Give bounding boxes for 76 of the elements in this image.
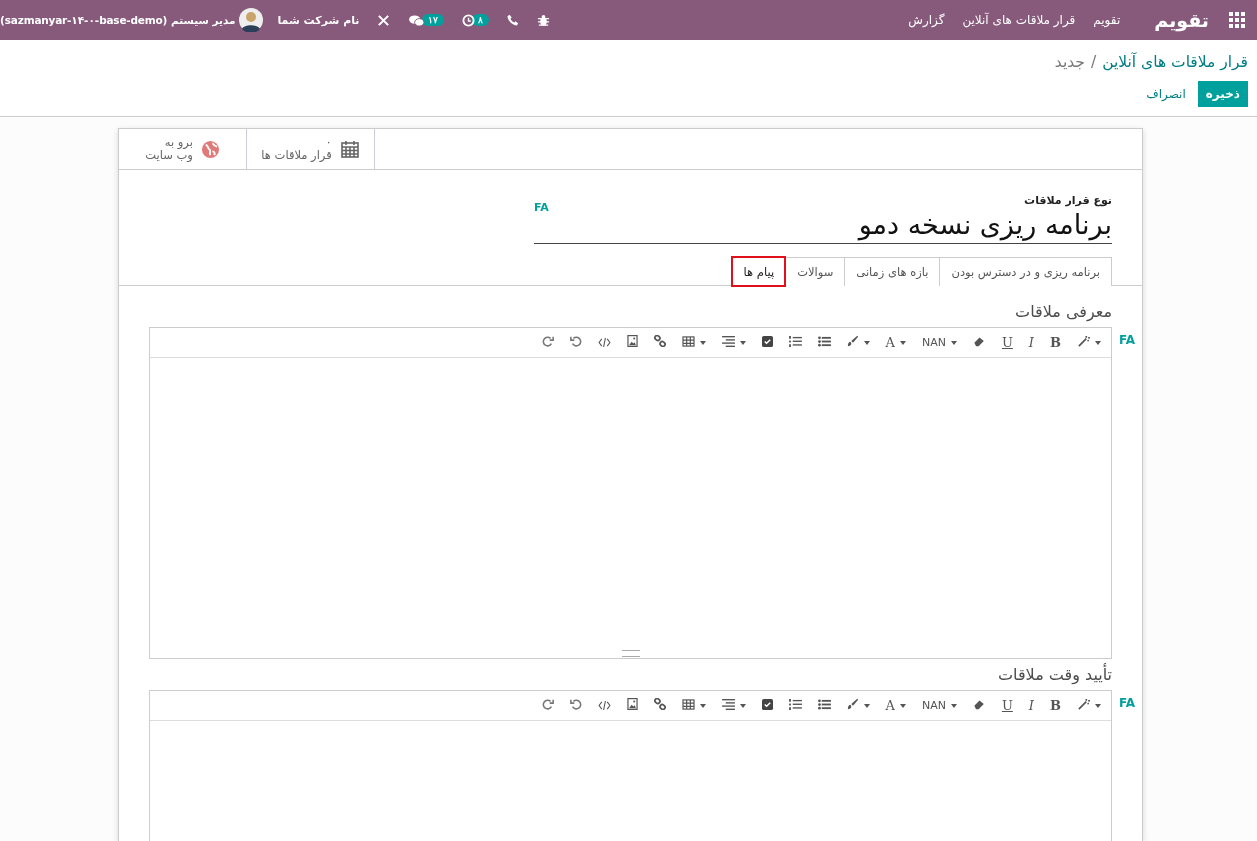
bug-icon-button[interactable] — [537, 13, 551, 27]
tab[interactable]: برنامه ریزی و در دسترس بودن — [939, 257, 1112, 286]
resize-handle[interactable] — [621, 650, 640, 657]
caret-icon — [950, 340, 957, 345]
format-button[interactable]: I — [1022, 694, 1040, 717]
caret-icon — [899, 340, 906, 345]
caret-icon — [1095, 340, 1101, 345]
tab[interactable]: پیام ها — [731, 257, 786, 286]
caret-icon — [699, 340, 706, 345]
image-icon — [626, 335, 638, 350]
caret-icon — [739, 340, 746, 345]
breadcrumb-current: جدید — [1054, 53, 1085, 71]
globe-icon — [200, 139, 220, 159]
smart-button[interactable]: ۰ قرار ملاقات ها — [247, 129, 375, 169]
company-switcher[interactable]: نام شرکت شما — [277, 13, 360, 27]
caret-icon — [739, 703, 746, 708]
caret-icon — [863, 703, 870, 708]
align-icon — [721, 698, 735, 713]
count-badge: ۸ — [472, 14, 490, 26]
bug-icon — [537, 13, 551, 27]
redo-icon — [541, 698, 554, 713]
apps-menu-icon[interactable] — [1229, 12, 1245, 28]
format-button[interactable]: NAN — [915, 331, 963, 354]
smart-button[interactable]: برو به وب سایت — [119, 129, 247, 169]
table-icon — [681, 698, 695, 713]
format-button[interactable]: B — [1044, 331, 1067, 354]
breadcrumb-separator: / — [1090, 53, 1097, 71]
link-icon — [653, 698, 666, 713]
section-heading: معرفی ملاقات — [1014, 302, 1112, 321]
align-icon — [721, 335, 735, 350]
format-button[interactable]: U — [995, 694, 1019, 717]
redo-icon — [541, 335, 554, 350]
bulleted-list-icon — [817, 335, 831, 350]
numbered-list-icon — [788, 335, 802, 350]
menu-item[interactable]: قرار ملاقات های آنلاین — [962, 13, 1076, 27]
image-icon — [626, 698, 638, 713]
phone-icon — [507, 14, 520, 26]
chat-icon — [408, 13, 426, 27]
avatar-icon — [239, 8, 264, 32]
phone-icon-button[interactable] — [507, 14, 520, 26]
format-button[interactable]: B — [1044, 694, 1067, 717]
undo-icon — [569, 698, 582, 713]
app-name: تقویم — [1154, 9, 1209, 31]
discard-button[interactable]: انصراف — [1138, 81, 1194, 107]
table-icon — [681, 335, 695, 350]
user-menu[interactable]: مدیر سیستم (sazmanyar-۱۴-۰-base-demo) — [0, 8, 264, 32]
link-icon — [653, 335, 666, 350]
code-icon — [597, 335, 611, 350]
bulleted-list-icon — [817, 698, 831, 713]
caret-icon — [950, 703, 957, 708]
caret-icon — [899, 703, 906, 708]
calendar-icon — [339, 139, 360, 159]
tools-icon-button[interactable] — [377, 13, 391, 27]
clock-icon — [462, 13, 476, 27]
tab[interactable]: بازه های زمانی — [844, 257, 940, 286]
caret-icon — [863, 340, 870, 345]
numbered-list-icon — [788, 698, 802, 713]
format-button[interactable]: U — [995, 331, 1019, 354]
tab[interactable]: سوالات — [785, 257, 845, 286]
count-badge: ۱۷ — [422, 14, 445, 26]
format-button[interactable]: I — [1022, 331, 1040, 354]
checklist-icon — [761, 698, 773, 713]
title-field[interactable]: برنامه ریزی نسخه دمو — [858, 207, 1112, 243]
code-icon — [597, 698, 611, 713]
checklist-icon — [761, 335, 773, 350]
section-heading: تأیید وقت ملاقات — [997, 665, 1112, 684]
format-button[interactable]: A — [879, 331, 912, 354]
caret-icon — [1095, 703, 1101, 708]
tools-icon — [377, 13, 391, 27]
breadcrumb-link[interactable]: قرار ملاقات های آنلاین — [1102, 53, 1248, 71]
menu-item[interactable]: تقویم — [1093, 13, 1121, 27]
undo-icon — [569, 335, 582, 350]
format-button[interactable]: A — [879, 694, 912, 717]
menu-item[interactable]: گزارش — [908, 13, 945, 27]
format-button[interactable]: NAN — [915, 694, 963, 717]
caret-icon — [699, 703, 706, 708]
